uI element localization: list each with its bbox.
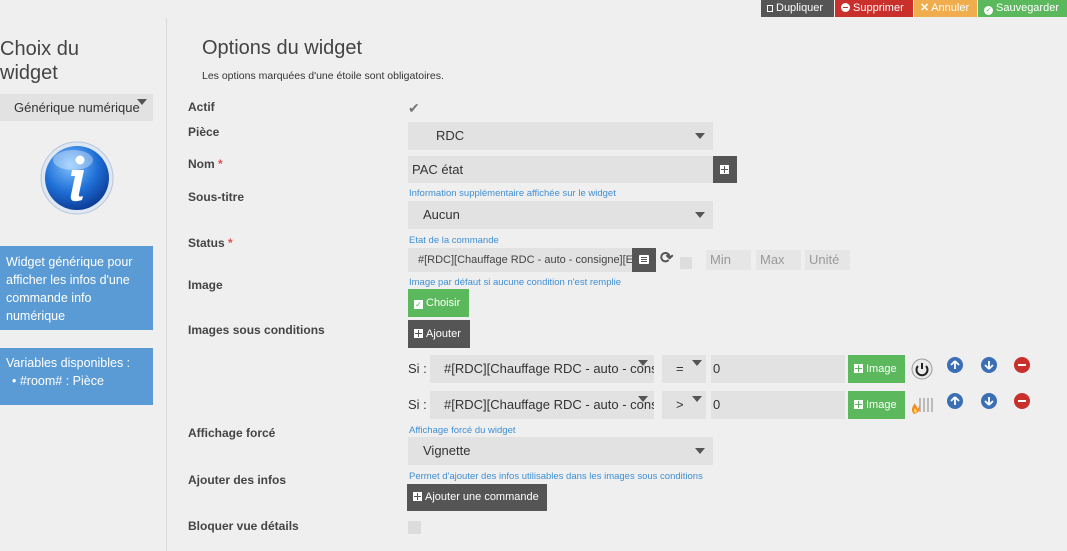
refresh-icon[interactable]: ⟳ (660, 251, 676, 267)
chevron-down-icon (695, 212, 705, 218)
soustitre-value: Aucun (423, 207, 460, 222)
widget-description-panel: Widget générique pour afficher les infos… (0, 246, 153, 330)
choose-image-button[interactable]: ✓ Choisir (408, 289, 469, 317)
add-condition-button[interactable]: Ajouter (408, 320, 470, 348)
save-button[interactable]: ✓ Sauvegarder (978, 0, 1067, 17)
plus-icon (414, 329, 423, 338)
nom-input[interactable]: PAC état (408, 156, 713, 183)
chevron-down-icon (692, 396, 702, 402)
widget-choice-title: Choix du widget (0, 38, 79, 84)
bloquer-label: Bloquer vue détails (188, 519, 299, 533)
page-subtitle: Les options marquées d'une étoile sont o… (202, 70, 444, 82)
soustitre-label: Sous-titre (188, 190, 245, 204)
affichage-hint: Affichage forcé du widget (409, 425, 516, 436)
images-cond-label: Images sous conditions (188, 323, 325, 337)
condition-value-input[interactable]: 0 (711, 391, 845, 419)
chevron-down-icon (695, 133, 705, 139)
minus-circle-icon (841, 3, 850, 12)
actif-label: Actif (188, 100, 215, 114)
power-icon (911, 358, 933, 380)
variables-title: Variables disponibles : (6, 356, 131, 370)
cancel-button[interactable]: ✕ Annuler (914, 0, 977, 17)
chevron-down-icon (692, 360, 702, 366)
chevron-down-icon (695, 448, 705, 454)
cancel-label: Annuler (931, 2, 970, 14)
delete-label: Supprimer (853, 2, 904, 14)
piece-label: Pièce (188, 125, 220, 139)
move-up-icon[interactable] (947, 393, 963, 409)
status-label: Status * (188, 236, 233, 250)
plus-icon (854, 400, 863, 409)
chevron-down-icon (638, 360, 648, 366)
infos-label: Ajouter des infos (188, 473, 287, 487)
condition-cmd-select[interactable]: #[RDC][Chauffage RDC - auto - cons (430, 355, 654, 383)
plus-icon (413, 492, 422, 501)
actif-checkbox[interactable]: ✔ (408, 101, 422, 115)
check-square-icon: ✓ (414, 300, 423, 309)
close-icon: ✕ (920, 2, 930, 14)
move-down-icon[interactable] (981, 393, 997, 409)
widget-description: Widget générique pour afficher les infos… (6, 255, 133, 323)
image-hint: Image par défaut si aucune condition n'e… (409, 277, 621, 288)
max-input[interactable]: Max (756, 250, 801, 270)
panel-divider (166, 18, 167, 551)
nom-label: Nom * (188, 157, 223, 171)
flame-radiator-icon (910, 394, 934, 416)
list-icon (639, 255, 649, 264)
soustitre-hint: Information supplémentaire affichée sur … (409, 188, 616, 199)
condition-cmd-select[interactable]: #[RDC][Chauffage RDC - auto - cons (430, 391, 654, 419)
copy-icon (767, 5, 773, 12)
duplicate-button[interactable]: Dupliquer (761, 0, 834, 17)
chevron-down-icon (137, 99, 147, 105)
info-icon (39, 140, 115, 216)
plus-icon (854, 364, 863, 373)
condition-image-button[interactable]: Image (848, 355, 905, 383)
soustitre-select[interactable]: Aucun (408, 201, 713, 229)
min-input[interactable]: Min (706, 250, 751, 270)
condition-op-select[interactable]: > (662, 391, 706, 419)
image-label: Image (188, 278, 223, 292)
save-label: Sauvegarder (996, 2, 1059, 14)
bloquer-checkbox[interactable] (408, 521, 421, 534)
page-title: Options du widget (202, 37, 363, 59)
plus-icon (720, 165, 729, 174)
move-down-icon[interactable] (981, 357, 997, 373)
nom-add-button[interactable] (713, 156, 737, 183)
condition-image-button[interactable]: Image (848, 391, 905, 419)
widget-type-value: Générique numérique (14, 100, 140, 115)
remove-condition-icon[interactable] (1014, 357, 1030, 373)
infos-hint: Permet d'ajouter des infos utilisables d… (409, 471, 703, 482)
status-hint: Etat de la commande (409, 235, 499, 246)
status-select-cmd-button[interactable] (632, 248, 656, 272)
piece-value: RDC (436, 128, 465, 143)
piece-select[interactable]: RDC (408, 122, 713, 150)
unit-input[interactable]: Unité (805, 250, 850, 270)
affichage-label: Affichage forcé (188, 426, 276, 440)
condition-value-input[interactable]: 0 (711, 355, 845, 383)
status-checkbox[interactable] (680, 257, 692, 269)
condition-si-label: Si : (408, 397, 427, 412)
variables-panel: Variables disponibles : • #room# : Pièce (0, 348, 153, 405)
check-circle-icon: ✓ (984, 6, 993, 15)
status-input[interactable]: #[RDC][Chauffage RDC - auto - consigne][… (408, 248, 632, 272)
delete-button[interactable]: Supprimer (835, 0, 913, 17)
add-command-button[interactable]: Ajouter une commande (407, 484, 547, 511)
duplicate-label: Dupliquer (776, 2, 824, 14)
condition-op-select[interactable]: = (662, 355, 706, 383)
chevron-down-icon (638, 396, 648, 402)
remove-condition-icon[interactable] (1014, 393, 1030, 409)
check-icon: ✔ (408, 100, 420, 116)
condition-si-label: Si : (408, 361, 427, 376)
affichage-select[interactable]: Vignette (408, 437, 713, 465)
affichage-value: Vignette (423, 443, 471, 458)
move-up-icon[interactable] (947, 357, 963, 373)
variable-item: • #room# : Pièce (12, 374, 104, 388)
widget-type-select[interactable]: Générique numérique (0, 94, 153, 121)
